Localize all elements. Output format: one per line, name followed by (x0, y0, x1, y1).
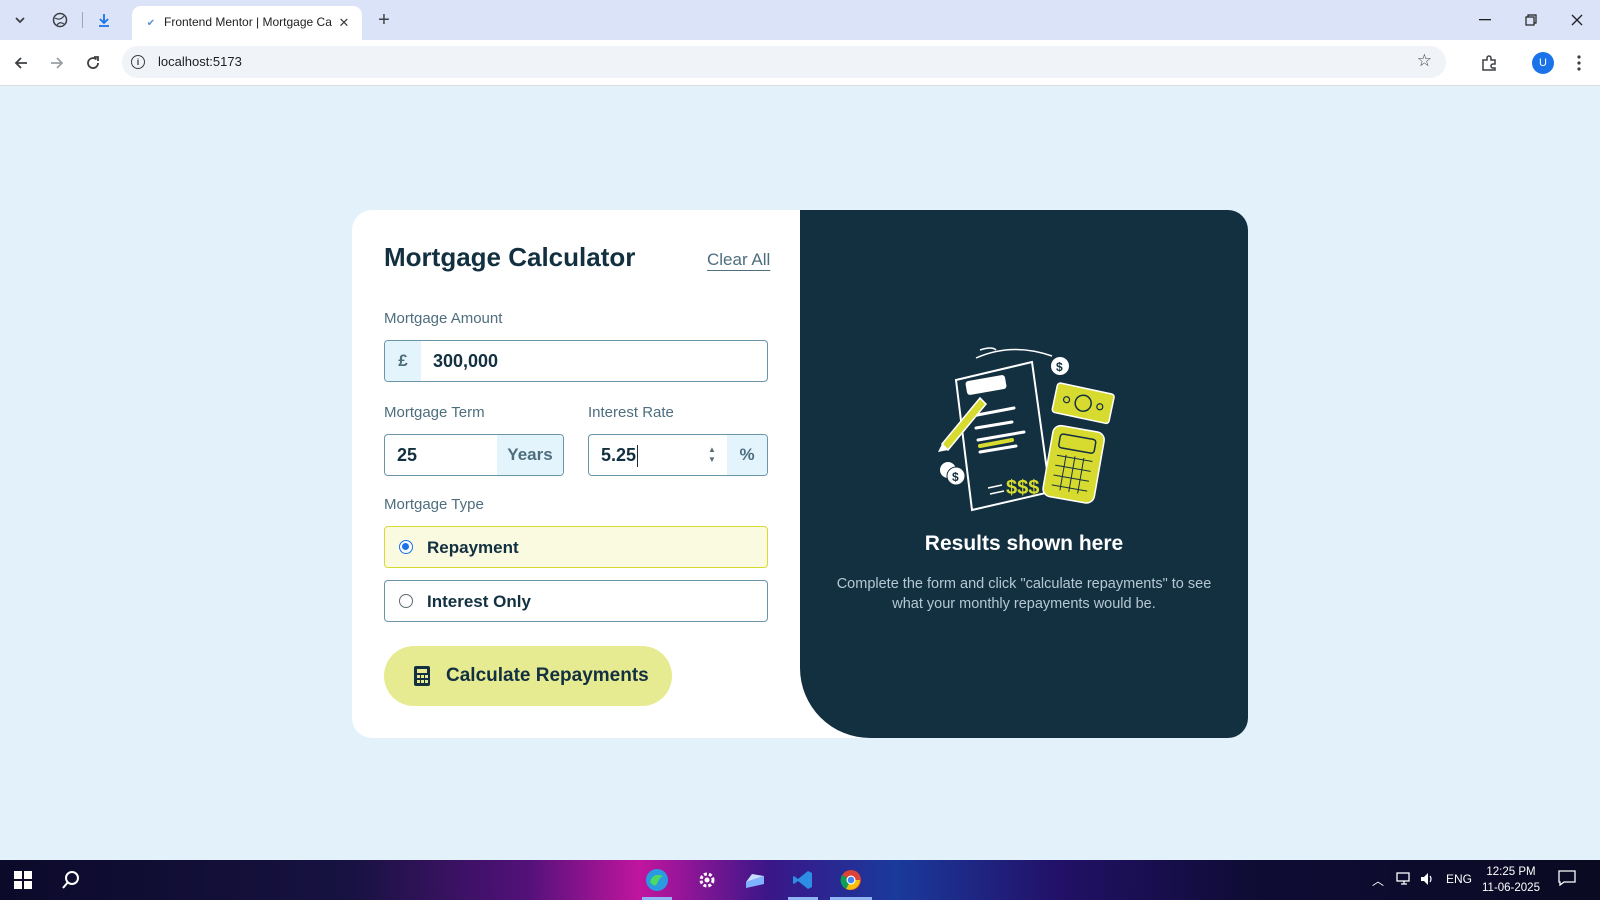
calculate-repayments-button[interactable]: Calculate Repayments (384, 646, 672, 706)
currency-prefix: £ (385, 341, 421, 381)
tab-title: Frontend Mentor | Mortgage Calculator (164, 15, 332, 29)
network-icon[interactable] (1396, 872, 1412, 889)
forward-icon[interactable] (44, 50, 70, 76)
calculator-icon (414, 666, 430, 686)
svg-text:$: $ (952, 470, 959, 484)
tray-chevron-up-icon[interactable]: ︿ (1372, 872, 1384, 889)
tab-mortgage-calculator[interactable]: ✔ Frontend Mentor | Mortgage Calculator … (132, 6, 362, 40)
profile-avatar[interactable]: U (1532, 52, 1554, 74)
mortgage-term-field[interactable]: Years (384, 434, 564, 476)
browser-tab-strip: ✔ Frontend Mentor | Mortgage Calculator … (0, 0, 1600, 40)
reload-icon[interactable] (80, 50, 106, 76)
restore-icon[interactable] (1516, 6, 1546, 34)
windows-start-icon[interactable] (8, 866, 38, 894)
address-bar[interactable]: i localhost:5173 ☆ (122, 46, 1446, 78)
notification-center-icon[interactable] (1558, 870, 1576, 889)
clock-date: 11-06-2025 (1482, 882, 1540, 894)
browser-menu-icon[interactable] (1566, 50, 1592, 76)
years-suffix: Years (497, 435, 563, 475)
radio-interest-only-label: Interest Only (427, 592, 531, 611)
pinned-globe-icon[interactable] (48, 8, 72, 32)
calculate-repayments-label: Calculate Repayments (446, 665, 649, 686)
taskbar-search-icon[interactable] (56, 866, 86, 894)
mortgage-amount-input[interactable] (421, 341, 767, 381)
radio-repayment[interactable]: Repayment (384, 526, 768, 568)
mortgage-amount-field[interactable]: £ (384, 340, 768, 382)
tab-search-icon[interactable] (8, 8, 32, 32)
close-tab-icon[interactable]: ✕ (334, 13, 354, 33)
minimize-icon[interactable] (1470, 6, 1500, 34)
interest-rate-field[interactable]: ▲▼ % (588, 434, 768, 476)
download-icon[interactable] (92, 8, 116, 32)
edge-browser-icon[interactable] (642, 866, 672, 894)
chrome-icon[interactable] (836, 866, 866, 894)
clock-time: 12:25 PM (1486, 866, 1536, 878)
page-title: Mortgage Calculator (384, 242, 636, 272)
mortgage-amount-label: Mortgage Amount (384, 310, 503, 327)
tab-separator (82, 12, 83, 28)
results-title: Results shown here (924, 532, 1124, 555)
new-tab-button[interactable]: + (372, 8, 396, 32)
site-info-icon[interactable]: i (128, 52, 148, 72)
input-language[interactable]: ENG (1446, 872, 1472, 886)
close-window-icon[interactable] (1562, 6, 1592, 34)
results-panel: $ $ $$$ Results shown here Complete the … (800, 210, 1248, 738)
calculator-card: Mortgage Calculator Clear All Mortgage A… (352, 210, 1248, 738)
mortgage-term-input[interactable] (385, 435, 497, 475)
url-text: localhost:5173 (158, 54, 242, 69)
calculator-form: Mortgage Calculator Clear All Mortgage A… (352, 210, 800, 738)
empty-results-illustration: $ $ $$$ (938, 347, 1115, 512)
number-spinner-icon[interactable]: ▲ ▼ (705, 443, 719, 467)
radio-selected-icon[interactable] (399, 540, 413, 554)
windows-taskbar: ︿ ENG 12:25 PM 11-06-2025 (0, 860, 1600, 900)
mortgage-term-label: Mortgage Term (384, 404, 485, 421)
back-icon[interactable] (8, 50, 34, 76)
percent-suffix: % (727, 435, 767, 475)
svg-text:$$$: $$$ (1006, 477, 1039, 499)
results-description: Complete the form and click "calculate r… (836, 576, 1212, 612)
system-clock[interactable]: 12:25 PM 11-06-2025 (1476, 864, 1546, 896)
clear-all-link[interactable]: Clear All (707, 250, 770, 270)
text-caret (637, 445, 638, 467)
favicon-icon: ✔ (146, 17, 156, 29)
extensions-icon[interactable] (1476, 50, 1502, 76)
svg-text:$: $ (1056, 360, 1063, 374)
bookmark-star-icon[interactable]: ☆ (1417, 51, 1432, 71)
settings-gear-icon[interactable] (692, 866, 722, 894)
radio-unselected-icon[interactable] (399, 594, 413, 608)
vscode-icon[interactable] (788, 866, 818, 894)
file-explorer-icon[interactable] (740, 866, 770, 894)
browser-toolbar: i localhost:5173 ☆ (0, 40, 1600, 86)
mortgage-type-label: Mortgage Type (384, 496, 484, 513)
radio-interest-only[interactable]: Interest Only (384, 580, 768, 622)
radio-repayment-label: Repayment (427, 538, 519, 557)
volume-icon[interactable] (1420, 872, 1434, 889)
interest-rate-label: Interest Rate (588, 404, 674, 421)
